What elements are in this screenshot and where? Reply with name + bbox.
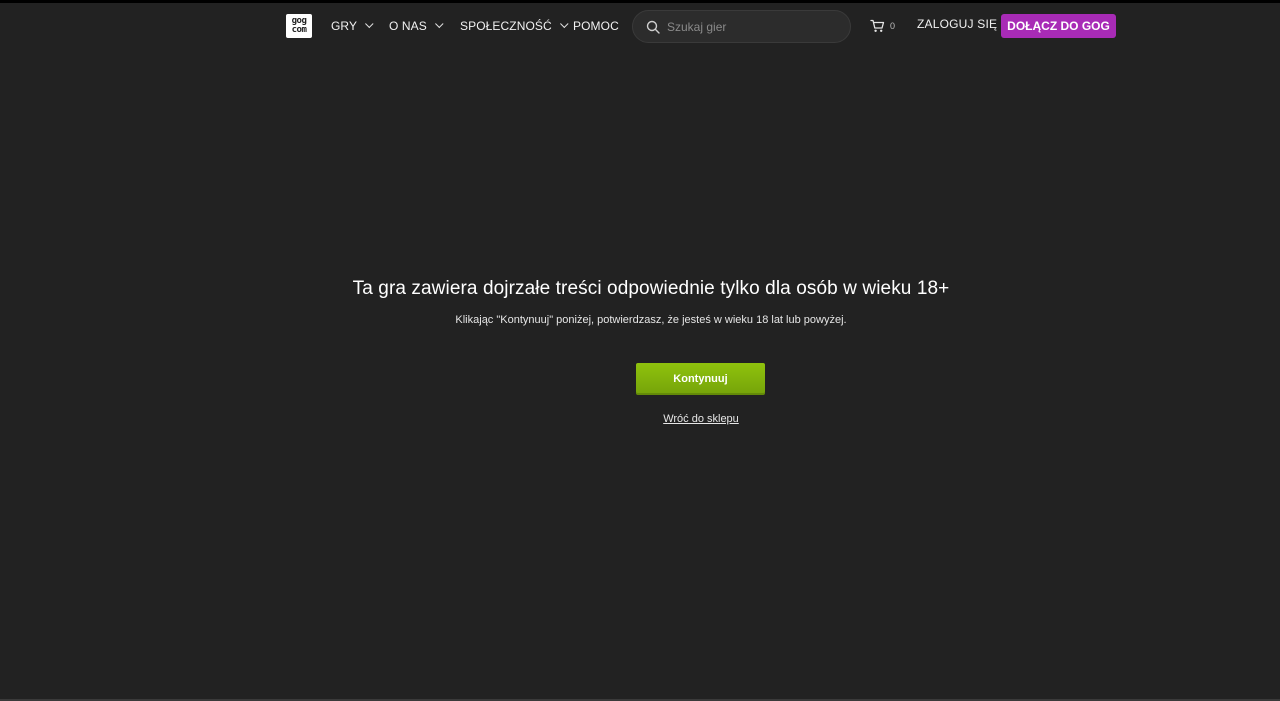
cart-icon xyxy=(870,19,885,32)
age-gate-title: Ta gra zawiera dojrzałe treści odpowiedn… xyxy=(352,278,950,299)
login-link[interactable]: ZALOGUJ SIĘ xyxy=(917,17,997,31)
logo-text-bottom: com xyxy=(291,25,307,35)
cart-button[interactable]: 0 xyxy=(870,18,895,34)
gog-logo[interactable]: gog com xyxy=(286,14,312,38)
age-gate-text: Ta gra zawiera dojrzałe treści odpowiedn… xyxy=(0,278,1280,326)
search-icon xyxy=(646,20,660,34)
nav-item-o-nas[interactable]: O NAS xyxy=(389,17,444,35)
cart-count: 0 xyxy=(890,21,896,31)
search-input[interactable] xyxy=(667,17,837,37)
nav-item-spolecznosc[interactable]: SPOŁECZNOŚĆ xyxy=(460,17,569,35)
search-box xyxy=(632,10,851,43)
nav-item-pomoc[interactable]: POMOC xyxy=(573,17,619,35)
join-gog-button[interactable]: DOŁĄCZ DO GOG xyxy=(1001,14,1116,38)
nav-item-label: O NAS xyxy=(389,19,427,33)
nav-item-label: POMOC xyxy=(573,19,619,33)
top-navbar: gog com GRY O NAS SPOŁECZNOŚĆ POMOC 0 ZA… xyxy=(0,3,1280,49)
continue-button[interactable]: Kontynuuj xyxy=(636,363,765,395)
nav-item-gry[interactable]: GRY xyxy=(331,17,374,35)
back-to-store-link[interactable]: Wróć do sklepu xyxy=(663,413,739,425)
chevron-down-icon xyxy=(365,19,374,29)
chevron-down-icon xyxy=(434,19,444,29)
nav-item-label: SPOŁECZNOŚĆ xyxy=(460,19,552,33)
nav-item-label: GRY xyxy=(331,19,358,33)
age-gate-subtitle: Klikając "Kontynuuj" poniżej, potwierdza… xyxy=(455,314,847,326)
chevron-down-icon xyxy=(559,19,569,29)
back-link-container: Wróć do sklepu xyxy=(0,409,1280,427)
